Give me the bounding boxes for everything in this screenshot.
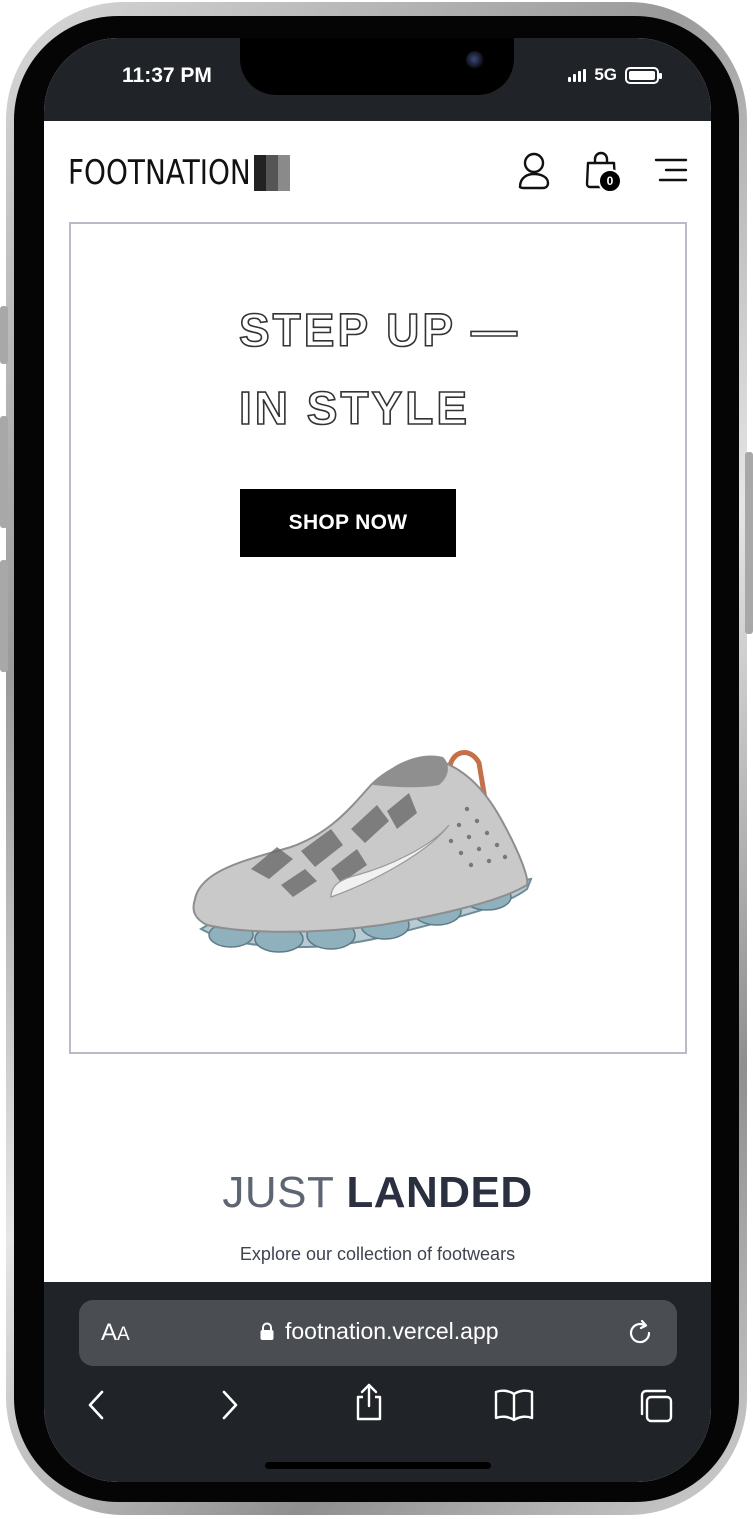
section-title-light: JUST [222, 1168, 334, 1217]
network-label: 5G [594, 65, 617, 84]
shopping-bag-icon[interactable]: 0 [584, 151, 628, 195]
volume-up-button [0, 416, 8, 528]
hero-banner: STEP UP — IN STYLE SHOP NOW [69, 222, 687, 1054]
section-title-bold: LANDED [346, 1168, 533, 1217]
status-indicators: 5G [568, 65, 662, 85]
cart-count-badge: 0 [598, 169, 622, 193]
address-bar[interactable]: AA footnation.vercel.app [79, 1300, 677, 1366]
back-icon[interactable] [84, 1388, 108, 1427]
browser-bottom-bar: AA footnation.vercel.app [44, 1282, 711, 1482]
lock-icon [260, 1322, 274, 1340]
logo-bar [266, 155, 278, 191]
hero-title-line1: STEP UP — [239, 304, 520, 356]
front-camera [466, 51, 484, 69]
sneaker-image [192, 750, 533, 953]
logo-bar [254, 155, 266, 191]
reload-icon[interactable] [625, 1318, 655, 1353]
phone-screen: 11:37 PM 5G FOOTNATION 0 STEP UP — IN ST… [44, 38, 711, 1482]
share-icon[interactable] [352, 1382, 386, 1427]
url-text: footnation.vercel.app [285, 1318, 499, 1344]
battery-icon [625, 66, 662, 84]
hero-title-line2: IN STYLE [239, 382, 470, 434]
shop-now-button[interactable]: SHOP NOW [240, 489, 456, 557]
notch [240, 38, 514, 95]
section-subtitle: Explore our collection of footwears [239, 1244, 516, 1264]
silent-switch [0, 306, 8, 364]
footnation-logo[interactable]: FOOTNATION [68, 153, 290, 193]
logo-bars [254, 155, 290, 191]
status-time: 11:37 PM [122, 64, 212, 87]
text-size-button[interactable]: AA [101, 1319, 130, 1347]
home-indicator [265, 1462, 491, 1469]
user-icon[interactable] [516, 151, 552, 196]
signal-icon [568, 68, 587, 82]
hamburger-menu-icon[interactable] [654, 157, 688, 190]
bookmarks-icon[interactable] [494, 1388, 534, 1427]
url-display[interactable]: footnation.vercel.app [259, 1318, 499, 1345]
logo-bar [278, 155, 290, 191]
forward-icon[interactable] [218, 1388, 242, 1427]
site-header: FOOTNATION 0 [44, 121, 711, 221]
hero-title: STEP UP — IN STYLE [238, 303, 520, 435]
logo-text: FOOTNATION [68, 153, 251, 193]
section-title: JUST LANDED [44, 1168, 711, 1218]
tabs-icon[interactable] [638, 1388, 674, 1429]
volume-down-button [0, 560, 8, 672]
status-bar: 11:37 PM 5G [44, 38, 711, 121]
power-button [745, 452, 753, 634]
